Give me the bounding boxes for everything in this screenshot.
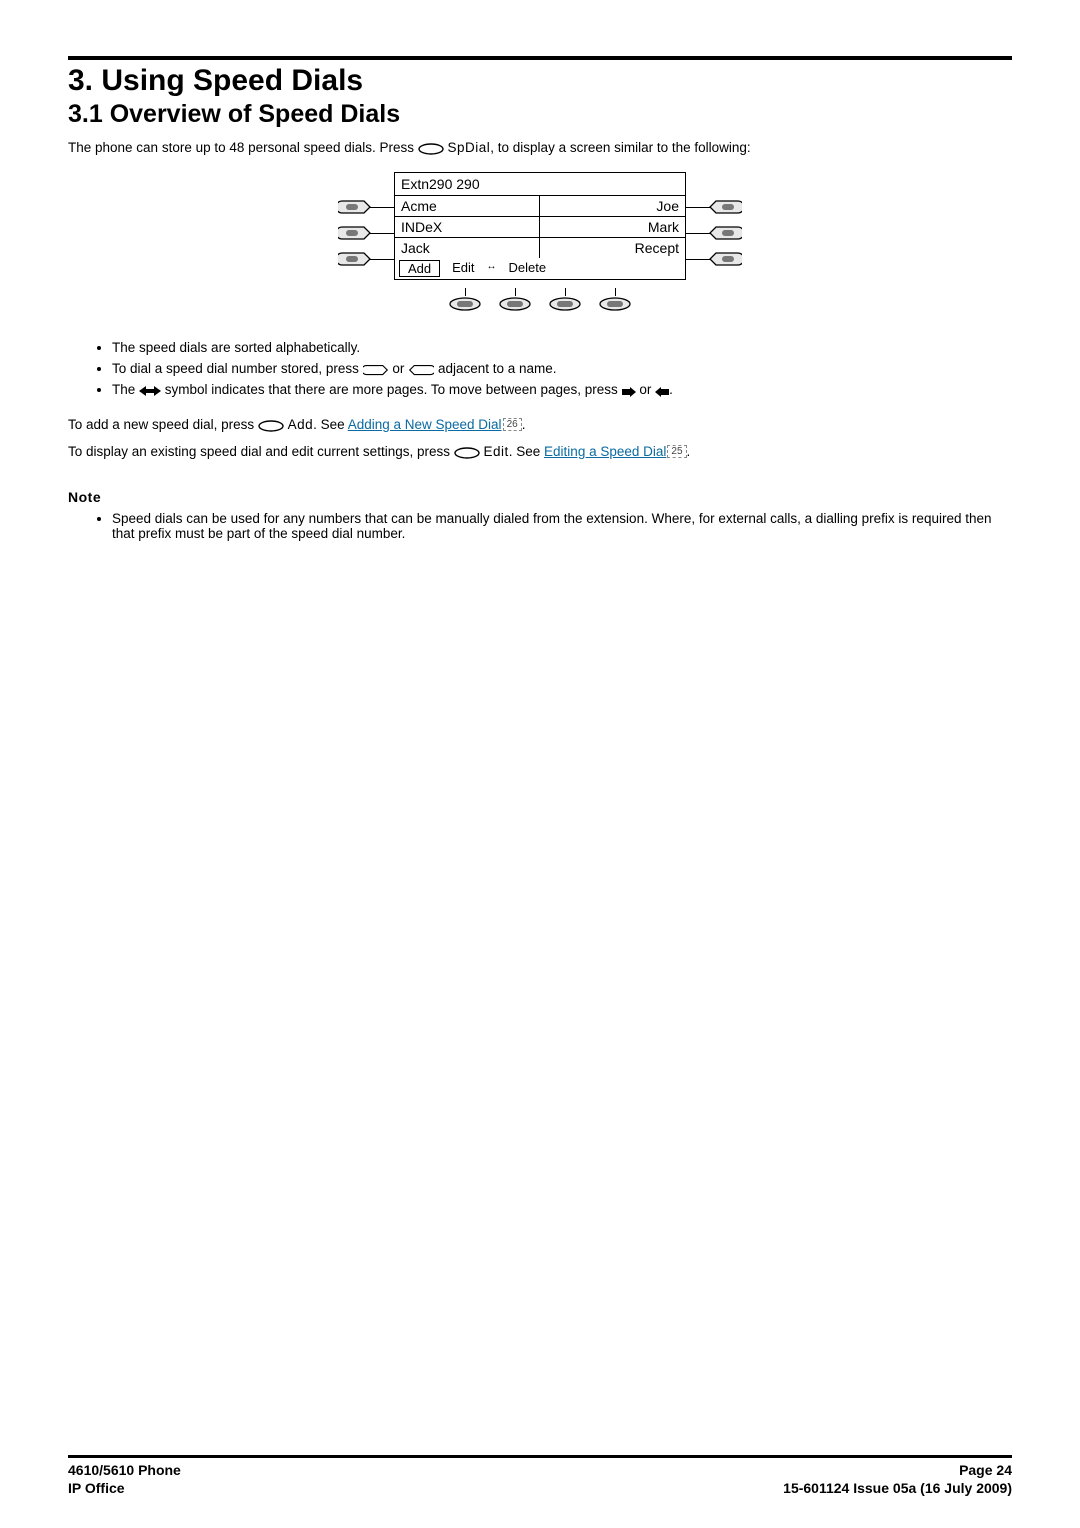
lcd-row: INDeX Mark <box>395 217 685 238</box>
footer-right-2: 15-601124 Issue 05a (16 July 2009) <box>783 1480 1012 1496</box>
top-rule <box>68 56 1012 60</box>
add-see: . See <box>313 417 348 432</box>
soft-button-icon <box>338 199 372 215</box>
add-btn: Add <box>288 417 314 432</box>
oval-button-icon <box>598 296 632 312</box>
lead-line <box>686 259 710 260</box>
lcd-row: Jack Recept <box>395 238 685 258</box>
soft-button-icon <box>708 199 742 215</box>
softkey-edit: Edit <box>448 260 478 277</box>
lcd-cell-right: Recept <box>540 238 685 258</box>
footer-left-2: IP Office <box>68 1480 125 1496</box>
oval-button-icon <box>418 143 444 155</box>
add-end: . <box>522 417 526 432</box>
softkey-buttons <box>320 288 760 312</box>
lcd-cell-right: Joe <box>540 196 685 216</box>
double-arrow-icon <box>139 385 161 397</box>
arrow-right-icon <box>622 387 636 397</box>
soft-button-icon <box>338 251 372 267</box>
softkey-delete: Delete <box>505 260 551 277</box>
lead-line <box>686 207 710 208</box>
soft-button-icon <box>708 225 742 241</box>
page-ref: 26 <box>503 418 522 431</box>
lcd-cell-left: Jack <box>395 238 540 258</box>
footer-left-1: 4610/5610 Phone <box>68 1462 181 1478</box>
oval-button-icon <box>448 296 482 312</box>
bullet3-pre: The <box>112 382 139 397</box>
edit-pre: To display an existing speed dial and ed… <box>68 444 454 459</box>
lcd-row: Acme Joe <box>395 196 685 217</box>
lcd-title-blank <box>537 173 685 196</box>
arrow-left-icon <box>655 387 669 397</box>
double-arrow-icon: ↔ <box>487 261 497 278</box>
page-ref: 25 <box>667 445 686 458</box>
bullet2-pre: To dial a speed dial number stored, pres… <box>112 361 363 376</box>
footer-rule <box>68 1455 1012 1458</box>
lead-line <box>370 233 394 234</box>
phone-illustration: Extn290 290 Acme Joe INDeX Mark Jack Rec… <box>320 172 760 312</box>
add-pre: To add a new speed dial, press <box>68 417 258 432</box>
edit-btn: Edit <box>484 444 509 459</box>
oval-button-icon <box>498 296 532 312</box>
list-item: The symbol indicates that there are more… <box>112 382 1012 397</box>
link-edit-speed-dial[interactable]: Editing a Speed Dial <box>544 444 666 459</box>
lcd-cell-left: Acme <box>395 196 540 216</box>
lcd-softkeys: Add Edit ↔ Delete <box>395 258 685 279</box>
softkey-add: Add <box>399 260 440 277</box>
oval-button-icon <box>548 296 582 312</box>
bullet3-end: . <box>669 382 673 397</box>
list-item: The speed dials are sorted alphabeticall… <box>112 340 1012 355</box>
add-paragraph: To add a new speed dial, press Add. See … <box>68 417 1012 432</box>
bullet2-mid: or <box>392 361 408 376</box>
intro-post: , to display a screen similar to the fol… <box>490 140 750 155</box>
heading-2: 3.1 Overview of Speed Dials <box>68 100 1012 129</box>
lcd-cell-left: INDeX <box>395 217 540 237</box>
note-list: Speed dials can be used for any numbers … <box>68 511 1012 541</box>
intro-paragraph: The phone can store up to 48 personal sp… <box>68 139 1012 158</box>
lead-line <box>370 207 394 208</box>
note-heading: Note <box>68 489 1012 505</box>
page: 3. Using Speed Dials 3.1 Overview of Spe… <box>0 0 1080 1528</box>
edit-end: . <box>687 444 691 459</box>
bullet3-or: or <box>639 382 655 397</box>
edit-paragraph: To display an existing speed dial and ed… <box>68 444 1012 459</box>
oval-button-icon <box>258 420 284 432</box>
lcd-title: Extn290 290 <box>395 173 537 196</box>
heading-1: 3. Using Speed Dials <box>68 64 1012 98</box>
edit-see: . See <box>509 444 544 459</box>
lcd-cell-right: Mark <box>540 217 685 237</box>
lead-line <box>370 259 394 260</box>
footer-right-1: Page 24 <box>959 1462 1012 1478</box>
soft-button-icon <box>708 251 742 267</box>
bullet3-mid: symbol indicates that there are more pag… <box>165 382 622 397</box>
intro-pre: The phone can store up to 48 personal sp… <box>68 140 418 155</box>
list-item: Speed dials can be used for any numbers … <box>112 511 1012 541</box>
soft-button-left-icon <box>363 364 389 376</box>
soft-button-icon <box>338 225 372 241</box>
note-text: Speed dials can be used for any numbers … <box>112 511 992 541</box>
link-add-speed-dial[interactable]: Adding a New Speed Dial <box>348 417 502 432</box>
bullet2-post: adjacent to a name. <box>438 361 557 376</box>
intro-btn-label: SpDial <box>448 140 491 155</box>
bullet-list: The speed dials are sorted alphabeticall… <box>68 340 1012 397</box>
footer: 4610/5610 Phone Page 24 IP Office 15-601… <box>68 1455 1012 1496</box>
lcd-screen: Extn290 290 Acme Joe INDeX Mark Jack Rec… <box>394 172 686 280</box>
list-item: To dial a speed dial number stored, pres… <box>112 361 1012 376</box>
bullet1-text: The speed dials are sorted alphabeticall… <box>112 340 360 355</box>
soft-button-right-icon <box>408 364 434 376</box>
oval-button-icon <box>454 447 480 459</box>
lead-line <box>686 233 710 234</box>
